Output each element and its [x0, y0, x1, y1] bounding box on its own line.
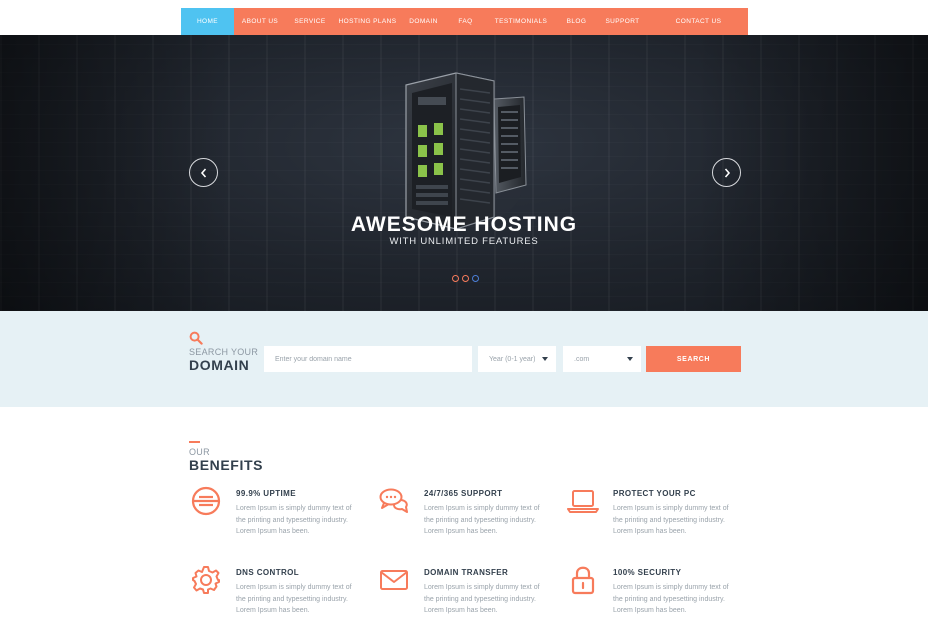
benefit-item: PROTECT YOUR PC Lorem Ipsum is simply du… — [567, 489, 753, 538]
benefit-item: 24/7/365 SUPPORT Lorem Ipsum is simply d… — [379, 488, 564, 538]
benefit-text: Lorem Ipsum is simply dummy text of the … — [613, 505, 729, 535]
header: HOME ABOUT US SERVICE HOSTING PLANS DOMA… — [0, 0, 928, 35]
tld-select[interactable]: .com — [563, 346, 641, 372]
domain-name-input[interactable] — [264, 346, 472, 372]
nav-item-blog[interactable]: BLOG — [557, 8, 596, 35]
chat-bubbles-icon — [379, 488, 408, 513]
server-image — [405, 72, 527, 229]
slider-dot-2[interactable] — [462, 275, 469, 282]
slider-dot-3[interactable] — [472, 275, 479, 282]
nav-item-service[interactable]: SERVICE — [286, 8, 334, 35]
year-select-value: Year (0-1 year) — [489, 355, 536, 363]
hero-slider: AWESOME HOSTING WITH UNLIMITED FEATURES — [0, 35, 928, 311]
benefit-title: 24/7/365 SUPPORT — [424, 489, 503, 498]
benefit-title: DOMAIN TRANSFER — [424, 568, 509, 577]
benefits-heading: BENEFITS — [189, 457, 264, 473]
laptop-icon — [567, 490, 599, 513]
uptime-icon — [191, 486, 221, 516]
slider-dots — [452, 275, 479, 282]
nav-item-about-us[interactable]: ABOUT US — [234, 8, 286, 35]
caret-down-icon — [542, 357, 548, 361]
lock-icon — [571, 566, 595, 595]
search-icon — [189, 331, 203, 345]
benefit-item: 100% SECURITY Lorem Ipsum is simply dumm… — [571, 566, 753, 617]
slider-prev-button[interactable] — [189, 158, 218, 187]
nav-item-testimonials[interactable]: TESTIMONIALS — [485, 8, 557, 35]
benefit-title: DNS CONTROL — [236, 568, 300, 577]
benefit-item: DOMAIN TRANSFER Lorem Ipsum is simply du… — [380, 568, 564, 617]
year-select[interactable]: Year (0-1 year) — [478, 346, 556, 372]
search-button[interactable]: SEARCH — [646, 346, 741, 372]
gear-icon — [192, 566, 220, 594]
chevron-right-icon — [724, 167, 730, 178]
benefits-label-small: OUR — [189, 447, 210, 457]
caret-down-icon — [627, 357, 633, 361]
benefit-text: Lorem Ipsum is simply dummy text of the … — [424, 505, 540, 535]
search-label-small: SEARCH YOUR — [189, 347, 259, 357]
section-accent-rule — [189, 441, 200, 443]
main-nav: HOME ABOUT US SERVICE HOSTING PLANS DOMA… — [181, 8, 748, 35]
hero-title: AWESOME HOSTING — [350, 213, 578, 236]
domain-search-section: SEARCH YOUR DOMAIN Year (0-1 year) .com … — [0, 311, 928, 407]
benefit-text: Lorem Ipsum is simply dummy text of the … — [236, 505, 352, 535]
benefit-item: 99.9% UPTIME Lorem Ipsum is simply dummy… — [191, 486, 376, 538]
chevron-left-icon — [200, 167, 206, 178]
benefit-title: 100% SECURITY — [613, 568, 682, 577]
nav-item-support[interactable]: SUPPORT — [596, 8, 649, 35]
nav-item-contact-us[interactable]: CONTACT US — [649, 8, 748, 35]
hero-subtitle: WITH UNLIMITED FEATURES — [389, 236, 539, 247]
nav-item-faq[interactable]: FAQ — [446, 8, 485, 35]
nav-item-hosting-plans[interactable]: HOSTING PLANS — [334, 8, 401, 35]
benefit-item: DNS CONTROL Lorem Ipsum is simply dummy … — [192, 566, 376, 617]
slider-dot-1[interactable] — [452, 275, 459, 282]
nav-item-home[interactable]: HOME — [181, 8, 234, 35]
nav-item-domain[interactable]: DOMAIN — [401, 8, 446, 35]
benefit-title: PROTECT YOUR PC — [613, 489, 696, 498]
slider-next-button[interactable] — [712, 158, 741, 187]
benefit-text: Lorem Ipsum is simply dummy text of the … — [424, 584, 540, 614]
envelope-icon — [380, 570, 408, 590]
search-label-big: DOMAIN — [189, 357, 250, 373]
benefit-title: 99.9% UPTIME — [236, 489, 296, 498]
benefit-text: Lorem Ipsum is simply dummy text of the … — [236, 584, 352, 614]
benefit-text: Lorem Ipsum is simply dummy text of the … — [613, 584, 729, 614]
tld-select-value: .com — [574, 355, 590, 363]
